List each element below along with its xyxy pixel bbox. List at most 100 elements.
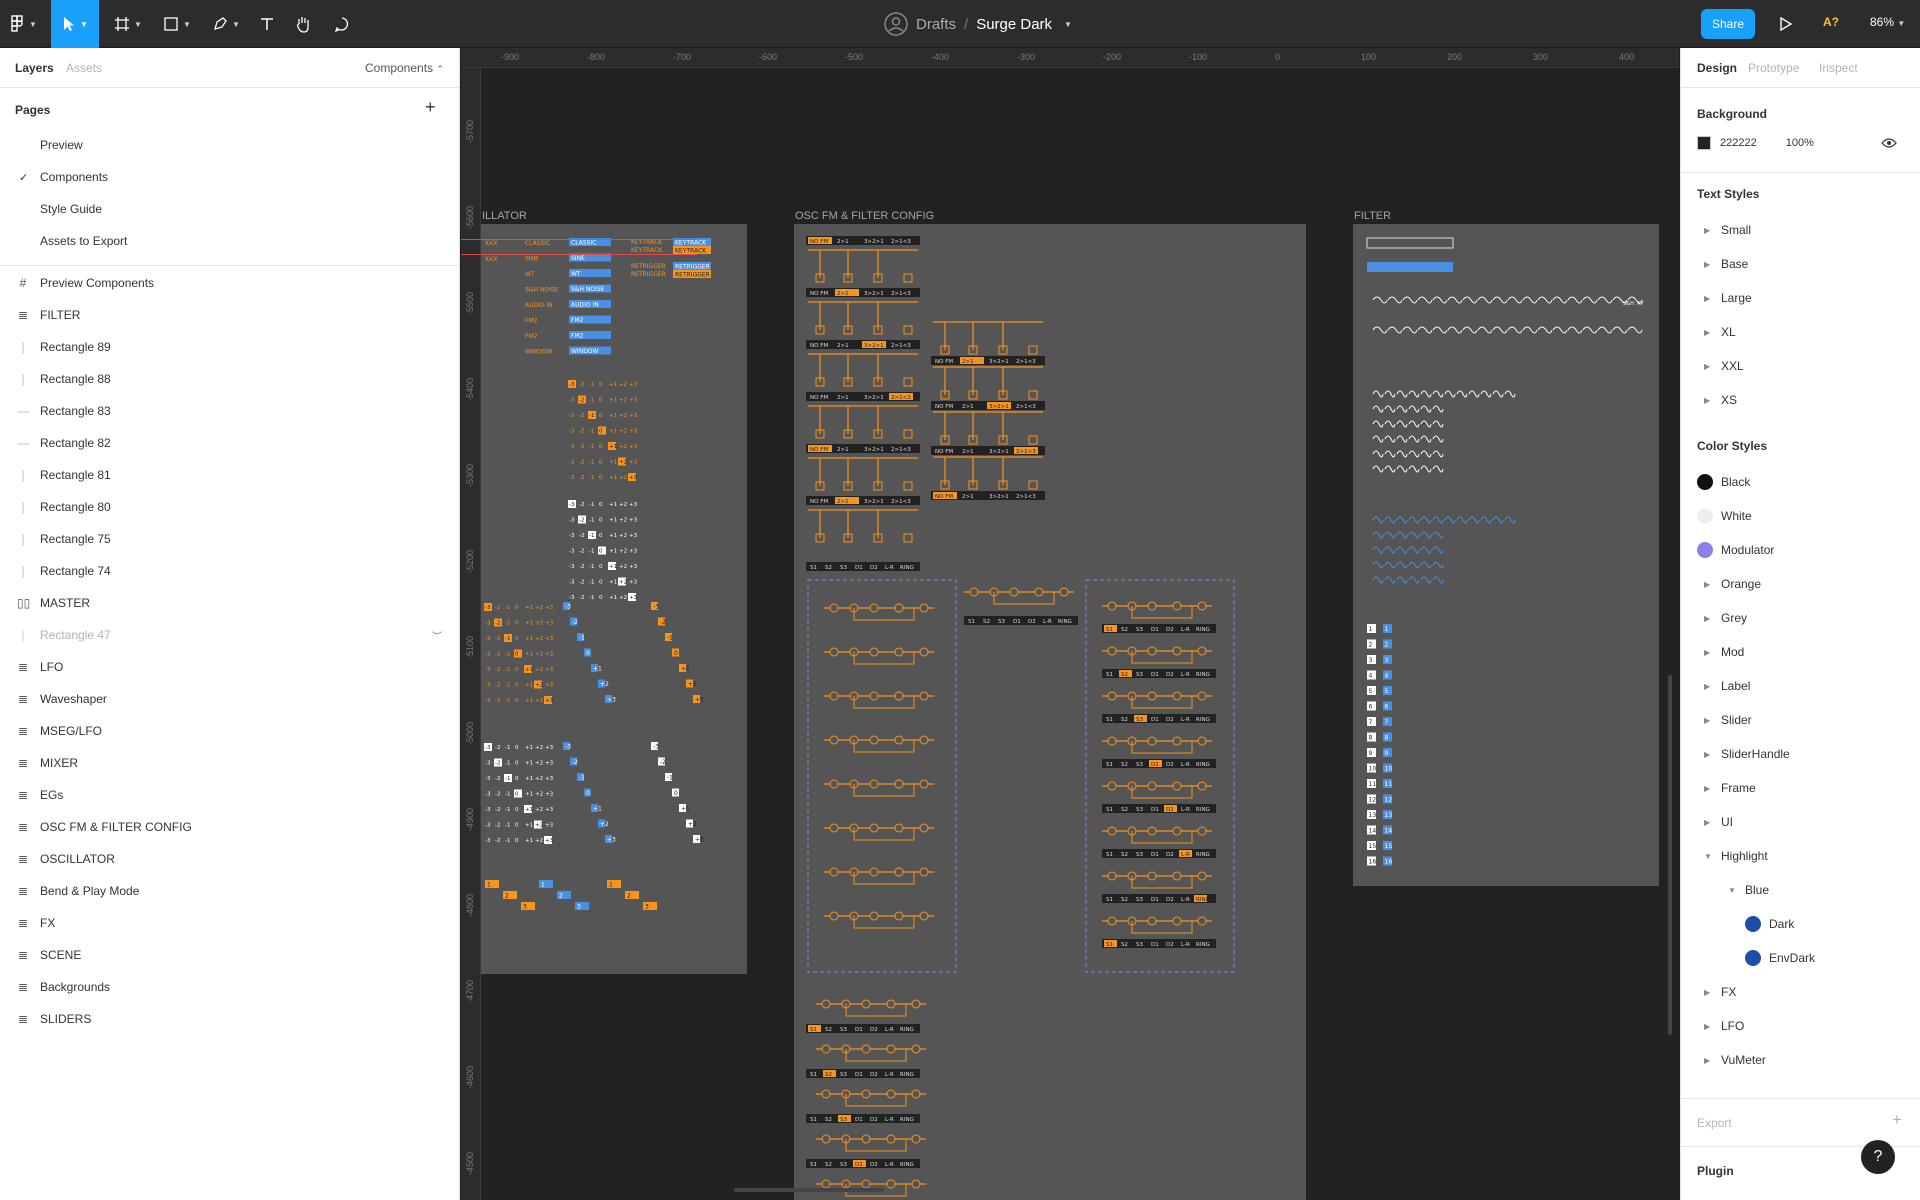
page-item[interactable]: Style Guide bbox=[40, 202, 102, 216]
background-hex[interactable]: 222222 bbox=[1720, 137, 1757, 149]
text-style-item[interactable]: ▶ Small bbox=[1681, 216, 1920, 244]
knob-value: +1 bbox=[525, 636, 533, 642]
page-dropdown[interactable]: Components ⌃ bbox=[365, 61, 444, 75]
text-tool-button[interactable] bbox=[251, 0, 283, 48]
accessibility-check-button[interactable]: A? bbox=[1823, 15, 1839, 29]
layer-row[interactable]: ▯▯ MASTER bbox=[0, 588, 460, 618]
shape-tool-button[interactable]: ▼ bbox=[157, 0, 197, 48]
layer-row[interactable]: ≣ FILTER bbox=[0, 300, 460, 330]
present-play-icon[interactable] bbox=[1775, 14, 1795, 34]
color-style-item[interactable]: ▶ Slider bbox=[1681, 706, 1920, 734]
color-style-item[interactable]: ▶ UI bbox=[1681, 808, 1920, 836]
breadcrumb-drafts[interactable]: Drafts bbox=[916, 16, 956, 33]
add-export-icon[interactable]: + bbox=[1892, 1110, 1902, 1130]
hidden-eye-icon[interactable]: ︶ bbox=[432, 628, 442, 643]
color-style-item[interactable]: ▶ Orange bbox=[1681, 570, 1920, 598]
layer-row[interactable]: ≣ EGs bbox=[0, 780, 460, 810]
filter-frame[interactable]: S&H AP 1 1 2 2 3 3 4 4 5 5 6 6 7 7 8 8 9 9 10 10 11 11 12 12 13 13 1… bbox=[1353, 224, 1659, 886]
pen-tool-button[interactable]: ▼ bbox=[206, 0, 246, 48]
color-style-item[interactable]: ▶ Mod bbox=[1681, 638, 1920, 666]
text-style-item[interactable]: ▶ XXL bbox=[1681, 352, 1920, 380]
layer-row[interactable]: | Rectangle 88 bbox=[0, 364, 460, 394]
color-style-item[interactable]: ▶ VuMeter bbox=[1681, 1046, 1920, 1074]
background-swatch[interactable] bbox=[1697, 136, 1711, 150]
tab-layers[interactable]: Layers bbox=[15, 61, 54, 75]
frame-label-oscillator[interactable]: ILLATOR bbox=[482, 210, 527, 222]
color-style-item[interactable]: ▶ LFO bbox=[1681, 1012, 1920, 1040]
page-item[interactable]: Components bbox=[40, 170, 108, 184]
layer-row[interactable]: # Preview Components bbox=[0, 268, 460, 298]
layer-row[interactable]: | Rectangle 74 bbox=[0, 556, 460, 586]
layer-row[interactable]: ≣ Backgrounds bbox=[0, 972, 460, 1002]
layer-row[interactable]: ≣ OSCILLATOR bbox=[0, 844, 460, 874]
eye-icon[interactable] bbox=[1881, 137, 1897, 149]
layer-row[interactable]: ≣ SLIDERS bbox=[0, 1004, 460, 1034]
file-name[interactable]: Surge Dark bbox=[976, 16, 1052, 33]
hand-tool-button[interactable] bbox=[287, 0, 319, 48]
color-style-item[interactable]: ▶ Grey bbox=[1681, 604, 1920, 632]
route-label: D1 bbox=[855, 1162, 863, 1168]
page-item[interactable]: Assets to Export bbox=[40, 234, 127, 248]
frame-tool-button[interactable]: ▼ bbox=[108, 0, 148, 48]
layer-row[interactable]: ≣ LFO bbox=[0, 652, 460, 682]
move-tool-button[interactable]: ▼ bbox=[51, 0, 99, 48]
filter-shape-icon bbox=[1372, 465, 1384, 473]
color-style-item[interactable]: Black bbox=[1681, 468, 1920, 496]
text-style-item[interactable]: ▶ Large bbox=[1681, 284, 1920, 312]
frame-label-osc-fm-filter[interactable]: OSC FM & FILTER CONFIG bbox=[795, 210, 934, 222]
horizontal-scrollbar[interactable] bbox=[734, 1188, 884, 1192]
chevron-down-icon[interactable]: ▼ bbox=[1064, 20, 1072, 29]
vertical-scrollbar[interactable] bbox=[1668, 675, 1672, 1035]
color-style-item[interactable]: ▼ Blue bbox=[1681, 876, 1920, 904]
color-style-item[interactable]: Modulator bbox=[1681, 536, 1920, 564]
comment-tool-button[interactable] bbox=[324, 0, 360, 48]
layer-row[interactable]: ≣ SCENE bbox=[0, 940, 460, 970]
layer-row[interactable]: | Rectangle 80 bbox=[0, 492, 460, 522]
zoom-dropdown[interactable]: 86% ▼ bbox=[1870, 15, 1905, 29]
tab-prototype[interactable]: Prototype bbox=[1748, 61, 1799, 75]
layer-row[interactable]: — Rectangle 83 bbox=[0, 396, 460, 426]
filter-shape-icon bbox=[1420, 405, 1432, 413]
help-button[interactable]: ? bbox=[1861, 1140, 1895, 1174]
layer-row[interactable]: | Rectangle 47 ︶ bbox=[0, 620, 460, 650]
layer-row[interactable]: | Rectangle 75 bbox=[0, 524, 460, 554]
text-style-item[interactable]: ▶ Base bbox=[1681, 250, 1920, 278]
text-style-item[interactable]: ▶ XS bbox=[1681, 386, 1920, 414]
layer-row[interactable]: | Rectangle 81 bbox=[0, 460, 460, 490]
color-style-item[interactable]: White bbox=[1681, 502, 1920, 530]
background-opacity[interactable]: 100% bbox=[1786, 137, 1814, 149]
text-style-item[interactable]: ▶ XL bbox=[1681, 318, 1920, 346]
knob-value: +3 bbox=[629, 533, 638, 539]
avatar-icon[interactable] bbox=[884, 12, 908, 36]
tab-design[interactable]: Design bbox=[1697, 61, 1737, 75]
background-fill-row[interactable]: 222222 100% bbox=[1697, 136, 1814, 150]
layer-row[interactable]: ≣ Waveshaper bbox=[0, 684, 460, 714]
osc-fm-filter-frame[interactable]: NO FM 2>1 3>2>1 2>1<3 NO FM 2>1 3>2>1 2>1<3 NO F… bbox=[794, 224, 1306, 1200]
color-style-item[interactable]: ▶ FX bbox=[1681, 978, 1920, 1006]
layer-row[interactable]: ≣ MIXER bbox=[0, 748, 460, 778]
group-icon: ≣ bbox=[17, 756, 29, 770]
layer-row[interactable]: ≣ Bend & Play Mode bbox=[0, 876, 460, 906]
color-style-item[interactable]: ▶ Frame bbox=[1681, 774, 1920, 802]
layer-row[interactable]: ≣ FX bbox=[0, 908, 460, 938]
layer-row[interactable]: — Rectangle 82 bbox=[0, 428, 460, 458]
add-page-icon[interactable]: + bbox=[425, 97, 436, 118]
color-style-item[interactable]: ▼ Highlight bbox=[1681, 842, 1920, 870]
oscillator-frame[interactable]: CLASSIC CLASSIC SINE SINE WT WT S&H NOISE S&H N… bbox=[481, 224, 747, 974]
tab-inspect[interactable]: Inspect bbox=[1819, 61, 1858, 75]
layer-row[interactable]: ≣ OSC FM & FILTER CONFIG bbox=[0, 812, 460, 842]
layer-row[interactable]: ≣ MSEG/LFO bbox=[0, 716, 460, 746]
color-style-item[interactable]: EnvDark bbox=[1681, 944, 1920, 972]
knob-value: +2 bbox=[535, 621, 543, 627]
frame-label-filter[interactable]: FILTER bbox=[1354, 210, 1391, 222]
tab-assets[interactable]: Assets bbox=[66, 61, 102, 75]
color-style-item[interactable]: Dark bbox=[1681, 910, 1920, 938]
share-button[interactable]: Share bbox=[1701, 9, 1755, 39]
color-style-item[interactable]: ▶ SliderHandle bbox=[1681, 740, 1920, 768]
main-menu-button[interactable]: ▼ bbox=[4, 0, 44, 48]
layer-row[interactable]: | Rectangle 89 bbox=[0, 332, 460, 362]
canvas[interactable]: -900 -800 -700 -600 -500 -400 -300 -200 -100 0 100… bbox=[461, 48, 1679, 1200]
right-panel-tabs: Design Prototype Inspect bbox=[1681, 48, 1920, 88]
page-item[interactable]: Preview bbox=[40, 138, 83, 152]
color-style-item[interactable]: ▶ Label bbox=[1681, 672, 1920, 700]
